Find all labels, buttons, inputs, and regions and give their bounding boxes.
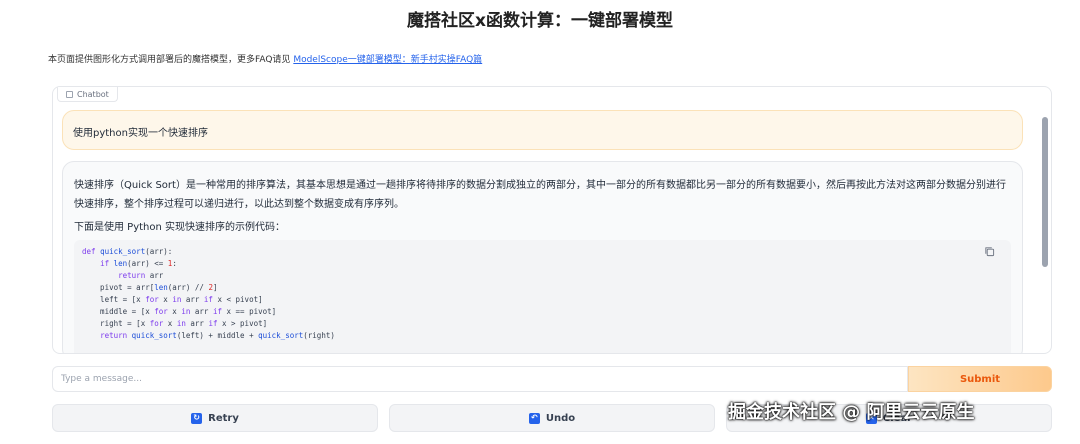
- watermark: 掘金技术社区 @ 阿里云云原生: [728, 402, 975, 423]
- chatbot-label-text: Chatbot: [77, 89, 109, 99]
- retry-icon: ↻: [191, 412, 203, 424]
- copy-icon[interactable]: [984, 246, 995, 257]
- intro-description: 本页面提供图形化方式调用部署后的魔搭模型，更多FAQ请见: [48, 55, 291, 65]
- scrollbar-thumb[interactable]: [1042, 117, 1048, 267]
- code-line: right = [x for x in arr if x > pivot]: [82, 319, 268, 328]
- page-title: 魔搭社区x函数计算：一键部署模型: [407, 11, 673, 31]
- faq-link[interactable]: ModelScope一键部署模型：新手村实操FAQ篇: [293, 55, 482, 65]
- code-line: if len(arr) <= 1:: [100, 259, 177, 268]
- chatbot-label: Chatbot: [57, 87, 118, 102]
- user-message: 使用python实现一个快速排序: [62, 110, 1023, 150]
- undo-icon: ↶: [528, 412, 540, 424]
- chat-icon: [66, 90, 73, 98]
- chatbot-panel: Chatbot 使用python实现一个快速排序 快速排序（Quick Sort…: [52, 86, 1052, 354]
- message-input[interactable]: [52, 366, 908, 392]
- code-line: pivot = arr[len(arr) // 2]: [82, 283, 218, 292]
- bot-paragraph-1: 快速排序（Quick Sort）是一种常用的排序算法，其基本思想是通过一趟排序将…: [74, 180, 1006, 210]
- undo-button[interactable]: ↶ Undo: [389, 404, 715, 432]
- code-line: return quick_sort(left) + middle + quick…: [100, 331, 335, 340]
- undo-label: Undo: [545, 412, 576, 424]
- code-line: def quick_sort(arr):: [82, 247, 173, 256]
- code-line: middle = [x for x in arr if x == pivot]: [82, 307, 277, 316]
- submit-button[interactable]: Submit: [908, 366, 1052, 392]
- bot-message: 快速排序（Quick Sort）是一种常用的排序算法，其基本思想是通过一趟排序将…: [62, 161, 1023, 353]
- code-block: def quick_sort(arr): if len(arr) <= 1: r…: [74, 240, 1011, 353]
- retry-label: Retry: [208, 412, 239, 424]
- code-line: return arr: [118, 271, 164, 280]
- bot-paragraph-2: 下面是使用 Python 实现快速排序的示例代码：: [74, 222, 286, 233]
- retry-button[interactable]: ↻ Retry: [52, 404, 378, 432]
- intro-text: 本页面提供图形化方式调用部署后的魔搭模型，更多FAQ请见 ModelScope一…: [48, 52, 482, 65]
- code-line: left = [x for x in arr if x < pivot]: [82, 295, 263, 304]
